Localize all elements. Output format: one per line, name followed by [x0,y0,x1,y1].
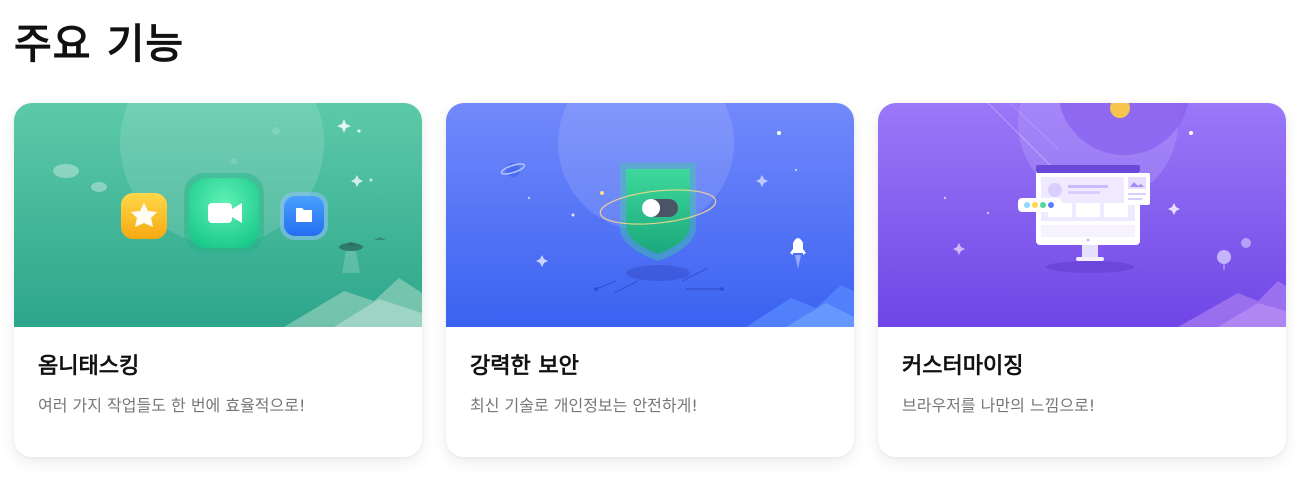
features-page: 주요 기능 옴니태스킹 여러 가지 작업들도 한 번에 효율적으로! 강력한 보… [0,0,1313,492]
folder-app-icon [280,192,328,240]
section-title: 주요 기능 [14,20,185,68]
toggle-icon [642,199,678,217]
feature-card-customizing[interactable]: 커스터마이징 브라우저를 나만의 느낌으로! [878,103,1286,457]
card-description: 브라우저를 나만의 느낌으로! [902,396,1096,415]
omnitasking-illustration [14,103,422,327]
card-title: 옴니태스킹 [38,354,140,379]
card-title: 강력한 보안 [470,354,579,379]
feature-card-security[interactable]: 강력한 보안 최신 기술로 개인정보는 안전하게! [446,103,854,457]
star-app-icon [121,193,167,239]
card-title: 커스터마이징 [902,354,1024,379]
video-app-icon [184,173,264,253]
security-illustration [446,103,854,327]
card-body: 옴니태스킹 여러 가지 작업들도 한 번에 효율적으로! [14,327,422,417]
card-body: 강력한 보안 최신 기술로 개인정보는 안전하게! [446,327,854,417]
feature-card-omnitasking[interactable]: 옴니태스킹 여러 가지 작업들도 한 번에 효율적으로! [14,103,422,457]
card-description: 여러 가지 작업들도 한 번에 효율적으로! [38,396,306,415]
card-description: 최신 기술로 개인정보는 안전하게! [470,396,698,415]
feature-cards: 옴니태스킹 여러 가지 작업들도 한 번에 효율적으로! 강력한 보안 최신 기… [14,103,1286,457]
customizing-illustration [878,103,1286,327]
card-body: 커스터마이징 브라우저를 나만의 느낌으로! [878,327,1286,417]
